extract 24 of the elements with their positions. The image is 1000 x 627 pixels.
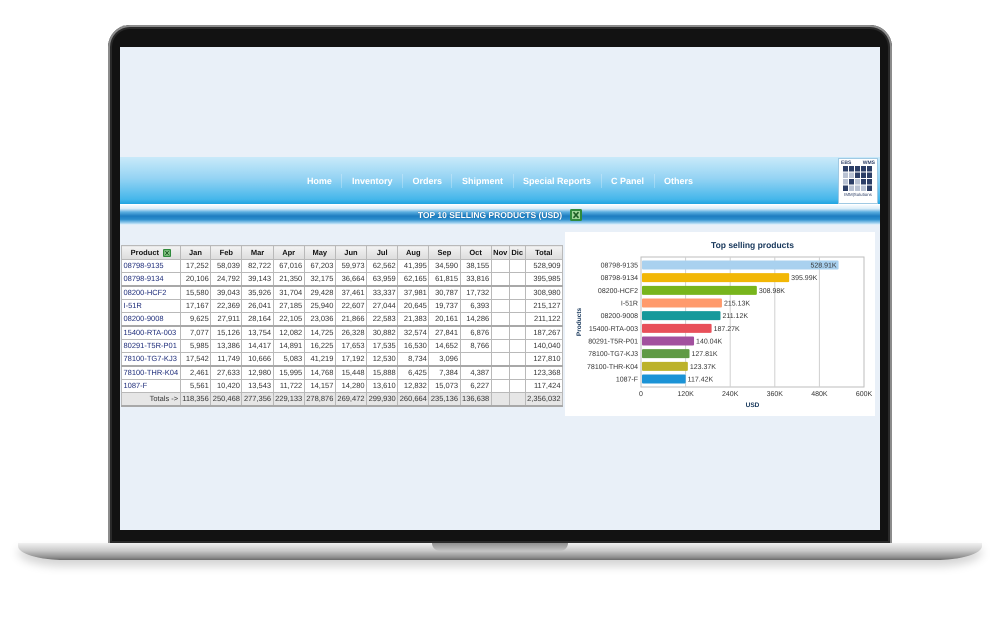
table-cell [491,300,510,312]
table-cell [491,352,510,366]
spreadsheet-icon [570,209,582,221]
table-cell [509,260,526,272]
table-cell [509,340,526,352]
table-cell [460,352,492,366]
table-cell [491,340,510,352]
table-cell [491,272,510,286]
table-cell [491,286,510,300]
table-cell [491,260,510,272]
table-cell [509,300,526,312]
page-title: TOP 10 SELLING PRODUCTS (USD) [418,210,562,220]
table-cell [509,286,526,300]
spreadsheet-icon [163,248,171,256]
logo-grid-icon [843,166,873,192]
table-cell [491,326,510,340]
chart-title: Top selling products [711,240,794,250]
table-cell [509,272,526,286]
table-cell [509,312,526,326]
table-cell [509,366,526,380]
table-cell [509,326,526,340]
table-cell [509,352,526,366]
table-cell [491,366,510,380]
table-cell [491,312,510,326]
